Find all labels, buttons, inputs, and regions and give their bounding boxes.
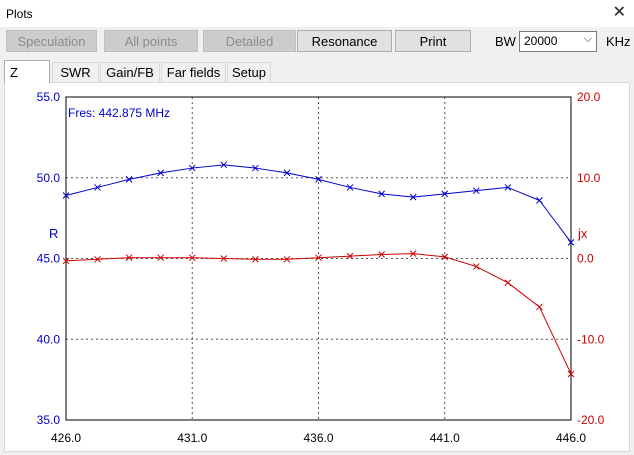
title-bar: Plots ✕ [0, 0, 634, 27]
chevron-down-icon[interactable]: ⌵ [584, 33, 592, 46]
bw-select[interactable]: 20000 ⌵ [519, 31, 597, 52]
window-title: Plots [6, 7, 33, 21]
tab-swr[interactable]: SWR [52, 62, 99, 82]
tab-far-fields[interactable]: Far fields [161, 62, 226, 82]
resonance-button[interactable]: Resonance [297, 30, 392, 52]
bw-value: 20000 [524, 34, 558, 48]
tab-setup[interactable]: Setup [227, 62, 271, 82]
plot-panel [4, 82, 630, 452]
print-button[interactable]: Print [395, 30, 471, 52]
tab-z[interactable]: Z [4, 60, 50, 83]
detailed-button[interactable]: Detailed [203, 30, 296, 52]
close-icon[interactable]: ✕ [613, 4, 626, 22]
bw-unit: KHz [606, 34, 631, 49]
tab-gain-fb[interactable]: Gain/FB [100, 62, 160, 82]
bw-label: BW [495, 34, 516, 49]
speculation-button[interactable]: Speculation [6, 30, 97, 52]
all-points-button[interactable]: All points [104, 30, 198, 52]
